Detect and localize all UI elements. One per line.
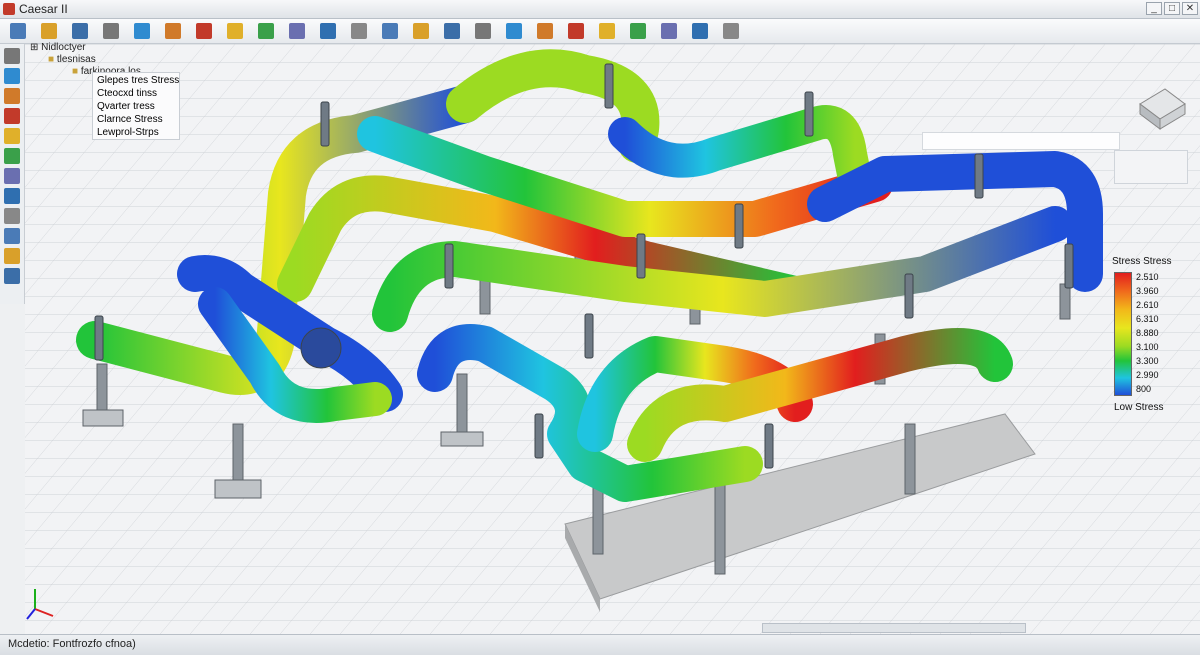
status-text: Mcdetio: Fontfrozfo cfnoa) (8, 638, 136, 650)
pipe-icon[interactable] (320, 23, 336, 39)
tree-expand-icon[interactable]: ⊞ (30, 42, 41, 53)
flange-icon[interactable] (475, 23, 491, 39)
bookmark-icon[interactable] (630, 23, 646, 39)
load-case-item[interactable]: Lewprol-Strps (97, 127, 159, 139)
paste-icon[interactable] (227, 23, 243, 39)
load-case-list: Glepes tres Stress Cteocxd tinss Qvarter… (92, 72, 180, 140)
pointer-icon[interactable] (4, 48, 20, 64)
horizontal-scrollbar[interactable] (762, 623, 1026, 633)
chart-icon[interactable] (506, 23, 522, 39)
bend-icon[interactable] (4, 108, 20, 124)
valve-icon[interactable] (444, 23, 460, 39)
select-icon[interactable] (351, 23, 367, 39)
analysis-icon[interactable] (599, 23, 615, 39)
minimize-button[interactable]: _ (1146, 2, 1162, 15)
pan-icon[interactable] (165, 23, 181, 39)
legend-value: 6.310 (1136, 314, 1159, 324)
maximize-button[interactable]: □ (1164, 2, 1180, 15)
folder-icon: ■ (72, 66, 81, 77)
legend-value: 2.510 (1136, 272, 1159, 282)
move-icon[interactable] (382, 23, 398, 39)
legend-value: 800 (1136, 384, 1152, 394)
element-icon[interactable] (4, 88, 20, 104)
restraint-icon[interactable] (4, 188, 20, 204)
print-icon[interactable] (103, 23, 119, 39)
app-icon (3, 3, 15, 15)
title-bar: Caesar II _ □ ✕ (0, 0, 1200, 19)
displacement-icon[interactable] (4, 248, 20, 264)
rotate-icon[interactable] (196, 23, 212, 39)
tree-root[interactable]: ⊞ Nidloctyer (30, 42, 86, 54)
legend-color-bar (1114, 272, 1132, 396)
run-icon[interactable] (661, 23, 677, 39)
tree-node-1[interactable]: ■ tlesnisas (48, 54, 96, 66)
legend-value: 3.100 (1136, 342, 1159, 352)
legend-value: 2.610 (1136, 300, 1159, 310)
load-case-item[interactable]: Qvarter tress (97, 101, 155, 113)
open-folder-icon[interactable] (41, 23, 57, 39)
reducer-icon[interactable] (4, 148, 20, 164)
stress-legend: Stress Stress 2.510 3.960 2.610 6.310 8.… (1106, 252, 1172, 417)
info-panel (922, 132, 1120, 150)
folder-icon: ■ (48, 54, 57, 65)
status-bar: Mcdetio: Fontfrozfo cfnoa) (0, 634, 1200, 655)
legend-title: Stress Stress (1112, 256, 1172, 267)
legend-value: 8.880 (1136, 328, 1159, 338)
tee-icon[interactable] (4, 128, 20, 144)
close-button[interactable]: ✕ (1182, 2, 1198, 15)
new-file-icon[interactable] (10, 23, 26, 39)
node-icon[interactable] (4, 68, 20, 84)
report-icon[interactable] (568, 23, 584, 39)
legend-value: 2.990 (1136, 370, 1159, 380)
mini-view-panel[interactable] (1114, 150, 1188, 184)
copy-icon[interactable] (413, 23, 429, 39)
main-toolbar (0, 19, 1200, 44)
save-icon[interactable] (72, 23, 88, 39)
help-icon[interactable] (723, 23, 739, 39)
layers-icon[interactable] (258, 23, 274, 39)
load-case-item[interactable]: Cteocxd tinss (97, 88, 157, 100)
grid-icon[interactable] (289, 23, 305, 39)
nozzle-icon[interactable] (4, 228, 20, 244)
legend-low-label: Low Stress (1114, 402, 1164, 413)
valve-tool-icon[interactable] (4, 168, 20, 184)
left-toolbar (0, 44, 25, 304)
hanger-icon[interactable] (4, 208, 20, 224)
load-case-item[interactable]: Clarnce Stress (97, 114, 163, 126)
load-case-item[interactable]: Glepes tres Stress (97, 75, 179, 87)
window-title: Caesar II (19, 2, 68, 16)
force-icon[interactable] (4, 268, 20, 284)
graph-icon[interactable] (692, 23, 708, 39)
legend-value: 3.300 (1136, 356, 1159, 366)
support-icon[interactable] (537, 23, 553, 39)
zoom-icon[interactable] (134, 23, 150, 39)
legend-value: 3.960 (1136, 286, 1159, 296)
